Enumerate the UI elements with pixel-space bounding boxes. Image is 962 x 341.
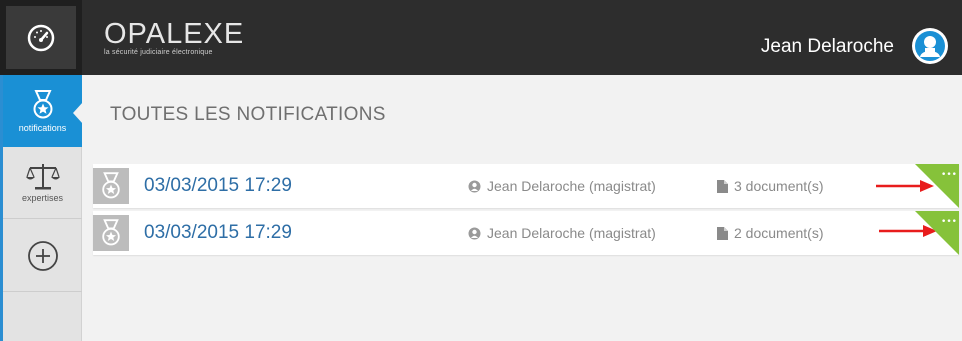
- scales-icon: [25, 164, 60, 190]
- sidebar-item-label: expertises: [21, 193, 64, 203]
- sidebar-add-button[interactable]: [3, 220, 82, 292]
- more-options-dots: •••: [941, 170, 957, 180]
- sidebar-item-label: notifications: [18, 122, 67, 133]
- document-icon: [717, 179, 728, 193]
- award-icon: [33, 89, 52, 118]
- page-title: TOUTES LES NOTIFICATIONS: [110, 104, 386, 125]
- main-content: TOUTES LES NOTIFICATIONS 03/03/2015 17:2…: [82, 75, 962, 341]
- notification-user-text: Jean Delaroche (magistrat): [487, 178, 656, 194]
- user-avatar-icon[interactable]: [911, 27, 949, 65]
- dashboard-button[interactable]: [0, 0, 82, 75]
- speedometer-icon: [27, 24, 55, 51]
- notification-date[interactable]: 03/03/2015 17:29: [144, 175, 292, 197]
- notification-user: Jean Delaroche (magistrat): [468, 178, 656, 194]
- document-icon: [717, 226, 728, 240]
- notification-user-text: Jean Delaroche (magistrat): [487, 225, 656, 241]
- notification-documents: 3 document(s): [717, 178, 823, 194]
- plus-circle-icon: [27, 240, 58, 271]
- more-options-corner[interactable]: •••: [915, 164, 959, 208]
- award-icon: [102, 172, 120, 199]
- brand-logo[interactable]: OPALEXE la sécurité judiciaire électroni…: [104, 18, 245, 57]
- notification-documents-text: 2 document(s): [734, 225, 824, 241]
- notification-date[interactable]: 03/03/2015 17:29: [144, 222, 292, 244]
- award-icon: [102, 219, 120, 246]
- notification-user: Jean Delaroche (magistrat): [468, 225, 656, 241]
- sidebar-item-notifications[interactable]: notifications: [3, 75, 83, 147]
- notification-documents: 2 document(s): [717, 225, 823, 241]
- sidebar-item-expertises[interactable]: expertises: [3, 147, 82, 219]
- notification-row[interactable]: 03/03/2015 17:29 Jean Delaroche (magistr…: [93, 211, 959, 255]
- more-options-corner[interactable]: •••: [915, 211, 959, 255]
- more-options-dots: •••: [941, 217, 957, 227]
- notification-row[interactable]: 03/03/2015 17:29 Jean Delaroche (magistr…: [93, 164, 959, 208]
- user-name[interactable]: Jean Delaroche: [761, 36, 894, 58]
- user-icon: [468, 180, 481, 192]
- user-icon: [468, 227, 481, 239]
- brand-title: OPALEXE: [104, 18, 245, 50]
- notification-badge: [93, 168, 129, 204]
- sidebar: notifications expertises: [0, 75, 83, 341]
- brand-subtitle: la sécurité judiciaire électronique: [104, 49, 213, 56]
- top-bar: OPALEXE la sécurité judiciaire électroni…: [0, 0, 962, 75]
- notification-documents-text: 3 document(s): [734, 178, 824, 194]
- notification-badge: [93, 215, 129, 251]
- dashboard-button-inner: [6, 6, 76, 69]
